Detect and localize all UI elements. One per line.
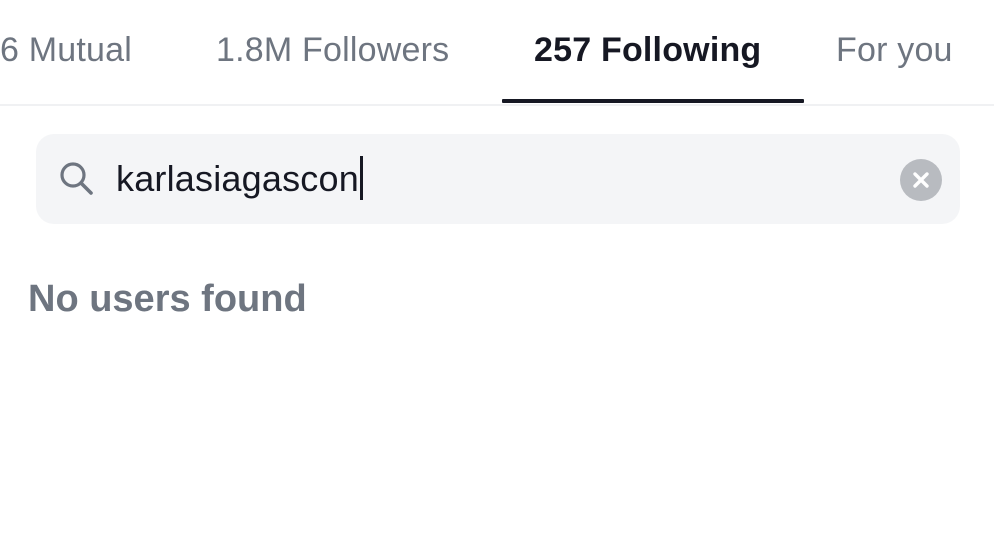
search-bar[interactable]: karlasiagascon: [36, 134, 960, 224]
following-list-screen: 6 Mutual 1.8M Followers 257 Following Fo…: [0, 0, 994, 545]
clear-search-button[interactable]: [900, 159, 942, 201]
tab-for-you[interactable]: For you: [836, 28, 953, 72]
search-input-value: karlasiagascon: [116, 158, 359, 199]
tab-bar: 6 Mutual 1.8M Followers 257 Following Fo…: [0, 0, 994, 106]
search-icon: [58, 160, 96, 198]
tab-following[interactable]: 257 Following: [534, 28, 761, 72]
active-tab-indicator: [502, 99, 804, 103]
search-input[interactable]: karlasiagascon: [116, 156, 363, 201]
close-icon: [913, 172, 929, 188]
tab-followers[interactable]: 1.8M Followers: [216, 28, 449, 72]
tab-mutual[interactable]: 6 Mutual: [0, 28, 132, 72]
empty-results-message: No users found: [28, 278, 307, 320]
text-cursor: [359, 156, 363, 201]
